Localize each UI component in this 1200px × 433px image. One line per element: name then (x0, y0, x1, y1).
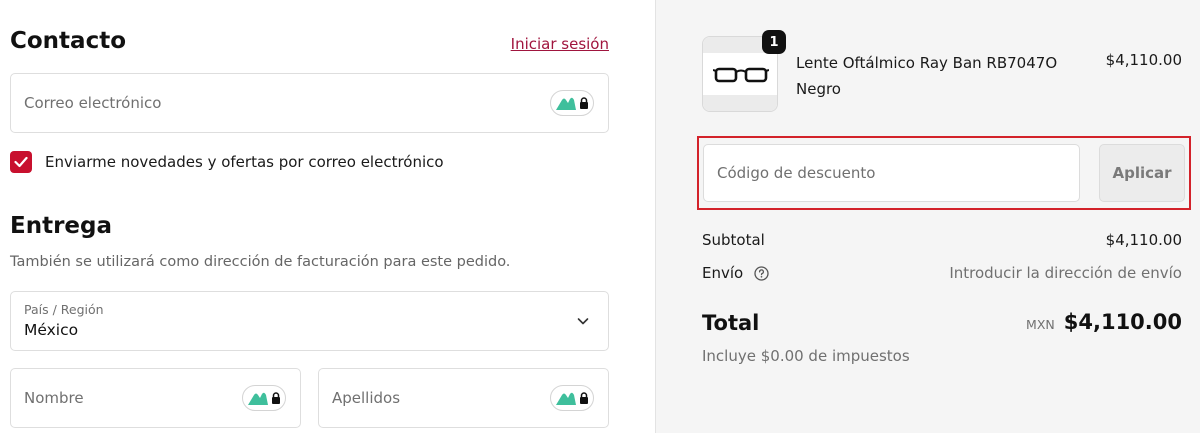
contact-heading: Contacto (10, 28, 126, 54)
total-amount-block: MXN $4,110.00 (1026, 310, 1182, 334)
order-summary: 1 Lente Oftálmico Ray Ban RB7047O Negro … (655, 0, 1200, 433)
discount-section: Código de descuento Aplicar (697, 136, 1191, 210)
shipping-value: Introducir la dirección de envío (949, 264, 1182, 282)
taxes-note: Incluye $0.00 de impuestos (702, 347, 910, 365)
country-label: País / Región (24, 302, 104, 317)
shipping-label: Envío (702, 264, 744, 282)
checkout-form: Contacto Iniciar sesión Correo electróni… (0, 0, 655, 433)
password-manager-icon[interactable] (550, 385, 594, 411)
email-placeholder: Correo electrónico (24, 94, 162, 112)
last-name-placeholder: Apellidos (332, 389, 401, 407)
first-name-field[interactable]: Nombre (10, 368, 301, 428)
product-price: $4,110.00 (1105, 51, 1182, 69)
currency-code: MXN (1026, 317, 1055, 332)
discount-placeholder: Código de descuento (717, 164, 876, 182)
checkmark-icon (14, 156, 28, 168)
product-variant: Negro (796, 80, 841, 98)
password-manager-icon[interactable] (550, 90, 594, 116)
help-icon[interactable] (754, 266, 769, 281)
total-value: $4,110.00 (1063, 310, 1182, 334)
delivery-heading: Entrega (10, 213, 113, 239)
last-name-field[interactable]: Apellidos (318, 368, 609, 428)
shipping-row-label: Envío (702, 264, 769, 282)
chevron-down-icon (577, 318, 589, 325)
eyeglasses-icon (713, 67, 769, 83)
subtotal-value: $4,110.00 (1105, 231, 1182, 249)
first-name-placeholder: Nombre (24, 389, 84, 407)
email-field[interactable]: Correo electrónico (10, 73, 609, 133)
newsletter-checkbox[interactable] (10, 151, 32, 173)
country-value: México (24, 321, 79, 339)
apply-discount-button[interactable]: Aplicar (1099, 144, 1185, 202)
quantity-badge: 1 (762, 30, 786, 54)
discount-code-input[interactable]: Código de descuento (703, 144, 1080, 202)
password-manager-icon[interactable] (242, 385, 286, 411)
total-label: Total (702, 311, 760, 335)
login-link[interactable]: Iniciar sesión (511, 35, 609, 53)
country-select[interactable]: País / Región México (10, 291, 609, 351)
newsletter-row[interactable]: Enviarme novedades y ofertas por correo … (10, 151, 444, 173)
delivery-subtitle: También se utilizará como dirección de f… (10, 254, 511, 270)
product-name: Lente Oftálmico Ray Ban RB7047O (796, 54, 1058, 72)
subtotal-label: Subtotal (702, 231, 765, 249)
newsletter-label: Enviarme novedades y ofertas por correo … (45, 153, 444, 171)
product-name-block: Lente Oftálmico Ray Ban RB7047O Negro (796, 50, 1086, 102)
